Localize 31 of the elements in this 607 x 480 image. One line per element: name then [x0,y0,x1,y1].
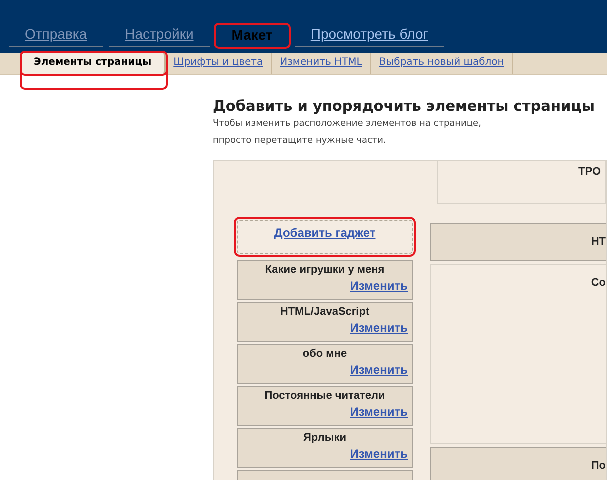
block-title: НТ [591,236,606,248]
nav-tab[interactable]: Настройки [109,24,210,47]
add-gadget-link[interactable]: Добавить гаджет [237,220,413,254]
posts-block[interactable]: Со [430,264,606,444]
gadget-title: HTML/JavaScript [279,306,371,318]
gadget-block[interactable]: HTML/JavaScript Изменить [237,302,413,342]
gadget-title: Постоянные читатели [264,390,386,402]
edit-link[interactable]: Изменить [350,447,408,461]
nav-tab[interactable]: Просмотреть блог [294,24,444,47]
gadget-block[interactable]: По [430,447,606,480]
block-title: По [591,460,606,472]
subtab[interactable]: Выбрать новый шаблон [371,53,514,74]
gadget-block[interactable]: НТ [430,223,606,261]
gadget-block[interactable]: Какие игрушки у меня Изменить [237,260,413,300]
gadget-block[interactable]: Ярлыки Изменить [237,428,413,468]
gadget-title: Какие игрушки у меня [264,264,386,276]
nav-tab[interactable]: Отправка [9,24,104,47]
gadget-title: обо мне [302,348,348,360]
edit-link[interactable]: Изменить [350,321,408,335]
subtab[interactable]: Шрифты и цвета [166,53,272,74]
page-heading: Добавить и упорядочить элементы страницы [213,99,596,115]
description-text: Чтобы изменить расположение элементов на странице, ппросто перетащите нужные части. [213,118,482,148]
edit-link[interactable]: Изменить [350,279,408,293]
block-title: ТРО [578,166,601,178]
block-title: Со [591,277,606,289]
gadget-title: Ярлыки [302,432,348,444]
edit-link[interactable]: Изменить [350,363,408,377]
edit-link[interactable]: Изменить [350,405,408,419]
gadget-block[interactable]: обо мне Изменить [237,344,413,384]
gadget-block[interactable]: Постоянные читатели Изменить [237,386,413,426]
subtab[interactable]: Изменить HTML [272,53,372,74]
